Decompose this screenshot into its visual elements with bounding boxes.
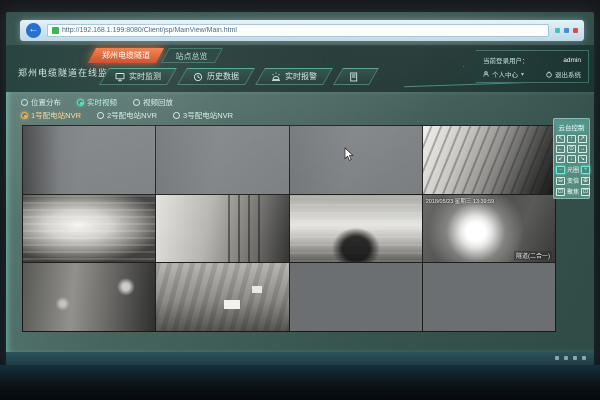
tab-cable-tunnel[interactable]: 郑州电缆隧道 xyxy=(88,48,164,63)
osd-timestamp: 2018/05/23 星期三 13:39:59 xyxy=(426,197,495,205)
profile-menu[interactable]: 个人中心 ▾ xyxy=(483,69,524,79)
ptz-direction-pad: ↖ ↑ ↗ ← ⊙ → ↙ ↓ ↘ xyxy=(556,135,587,163)
video-wall: 2018/05/23 星期三 13:39:59 隧道(二合一) xyxy=(22,125,556,332)
caret-down-icon: ▾ xyxy=(521,71,524,78)
desk-surface xyxy=(0,365,600,400)
monitor-screen: ← http://192.168.1.199:8080/Client/jsp/M… xyxy=(6,12,594,365)
main-tabs: 郑州电缆隧道 站点总览 xyxy=(92,48,219,63)
tab-site-overview[interactable]: 站点总览 xyxy=(161,48,223,63)
tray-icon[interactable] xyxy=(573,356,577,360)
camera-feed-r3c1[interactable] xyxy=(23,263,155,331)
camera-feed-r1c4[interactable] xyxy=(423,126,555,194)
camera-feed-r1c1[interactable] xyxy=(23,126,155,194)
ptz-title: 云台控制 xyxy=(556,121,587,133)
radio-indicator xyxy=(97,112,104,119)
radio-indicator xyxy=(21,99,28,106)
view-mode-selector: 位置分布 实时视频 视频回放 xyxy=(21,97,173,108)
radio-location-map[interactable]: 位置分布 xyxy=(21,97,61,108)
radio-live-video[interactable]: 实时视频 xyxy=(77,97,117,108)
mouse-cursor xyxy=(344,147,355,167)
ptz-up-button[interactable]: ↑ xyxy=(567,135,576,143)
camera-feed-r3c2[interactable] xyxy=(156,263,288,331)
camera-feed-r2c3[interactable] xyxy=(290,195,422,263)
alarm-icon xyxy=(271,72,281,82)
username: admin xyxy=(563,57,581,64)
browser-toolbar: ← http://192.168.1.199:8080/Client/jsp/M… xyxy=(20,20,584,41)
radio-video-playback[interactable]: 视频回放 xyxy=(133,97,173,108)
camera-feed-r1c2[interactable] xyxy=(156,126,288,194)
taskbar-tray xyxy=(555,356,586,360)
ptz-down-button[interactable]: ↓ xyxy=(567,155,576,163)
ptz-left-button[interactable]: ← xyxy=(556,145,565,153)
app-header: 郑州电缆隧道在线监测 郑州电缆隧道 站点总览 实时监测 历史数据 xyxy=(6,45,594,92)
photo-of-monitor: ← http://192.168.1.199:8080/Client/jsp/M… xyxy=(0,0,600,400)
toolbar-item-realtime-monitor[interactable]: 实时监测 xyxy=(99,68,177,85)
camera-feed-r2c1[interactable] xyxy=(23,195,155,263)
current-user-label: 当前登录用户： xyxy=(483,55,529,65)
camera-feed-r2c2[interactable] xyxy=(156,195,288,263)
tray-icon[interactable] xyxy=(564,356,568,360)
iris-plus-button[interactable]: + xyxy=(581,166,590,174)
minimize-icon[interactable] xyxy=(555,28,560,33)
osd-camera-label: 隧道(二合一) xyxy=(514,251,552,260)
ptz-right-button[interactable]: → xyxy=(578,145,587,153)
user-panel: 当前登录用户： admin 个人中心 ▾ 退出系统 xyxy=(463,50,589,83)
ptz-down-left-button[interactable]: ↙ xyxy=(556,155,565,163)
sub-toolbar: 实时监测 历史数据 实时报警 xyxy=(104,68,374,85)
toolbar-item-history-data[interactable]: 历史数据 xyxy=(177,68,255,85)
os-taskbar xyxy=(6,352,594,365)
browser-back-button[interactable]: ← xyxy=(26,23,41,38)
camera-feed-r2c4[interactable]: 2018/05/23 星期三 13:39:59 隧道(二合一) xyxy=(423,195,555,263)
back-icon: ← xyxy=(29,24,39,35)
zoom-out-button[interactable]: ⊖ xyxy=(556,177,565,185)
focus-minus-button[interactable]: ⊡ xyxy=(556,188,565,196)
ptz-panel: 云台控制 ↖ ↑ ↗ ← ⊙ → ↙ ↓ ↘ − 光圈 + xyxy=(553,118,590,199)
history-icon xyxy=(193,72,203,82)
radio-indicator-selected xyxy=(77,99,84,106)
maximize-icon[interactable] xyxy=(564,28,569,33)
ptz-up-right-button[interactable]: ↗ xyxy=(578,135,587,143)
monitor-icon xyxy=(115,72,125,82)
ptz-down-right-button[interactable]: ↘ xyxy=(578,155,587,163)
ptz-up-left-button[interactable]: ↖ xyxy=(556,135,565,143)
nvr-selector: 1号配电站NVR 2号配电站NVR 3号配电站NVR xyxy=(21,110,233,121)
focus-plus-button[interactable]: ⊡ xyxy=(581,188,590,196)
zoom-label: 变倍 xyxy=(567,176,579,185)
url-text: http://192.168.1.199:8080/Client/jsp/Mai… xyxy=(62,27,237,34)
logout-button[interactable]: 退出系统 xyxy=(546,69,581,79)
toolbar-item-realtime-alarm[interactable]: 实时报警 xyxy=(255,68,333,85)
radio-nvr-3[interactable]: 3号配电站NVR xyxy=(173,110,233,121)
power-icon xyxy=(546,71,552,78)
address-bar[interactable]: http://192.168.1.199:8080/Client/jsp/Mai… xyxy=(47,24,549,37)
ptz-center-button[interactable]: ⊙ xyxy=(567,145,576,153)
iris-label: 光圈 xyxy=(567,165,579,174)
radio-nvr-2[interactable]: 2号配电站NVR xyxy=(97,110,157,121)
focus-label: 聚焦 xyxy=(567,187,579,196)
site-security-icon xyxy=(52,27,59,34)
window-controls xyxy=(555,28,578,33)
close-icon[interactable] xyxy=(573,28,578,33)
camera-feed-r3c4[interactable] xyxy=(423,263,555,331)
toolbar-item-more[interactable] xyxy=(333,68,379,85)
document-icon xyxy=(349,72,359,82)
radio-indicator xyxy=(133,99,140,106)
tray-icon[interactable] xyxy=(582,356,586,360)
tray-icon[interactable] xyxy=(555,356,559,360)
camera-feed-r1c3[interactable] xyxy=(290,126,422,194)
radio-nvr-1[interactable]: 1号配电站NVR xyxy=(21,110,81,121)
zoom-in-button[interactable]: ⊕ xyxy=(581,177,590,185)
camera-feed-r3c3[interactable] xyxy=(290,263,422,331)
main-content: 位置分布 实时视频 视频回放 1号配电站NVR 2号配电站 xyxy=(6,92,594,352)
radio-indicator-selected xyxy=(21,112,28,119)
iris-minus-button[interactable]: − xyxy=(556,166,565,174)
radio-indicator xyxy=(173,112,180,119)
user-icon xyxy=(483,71,489,77)
